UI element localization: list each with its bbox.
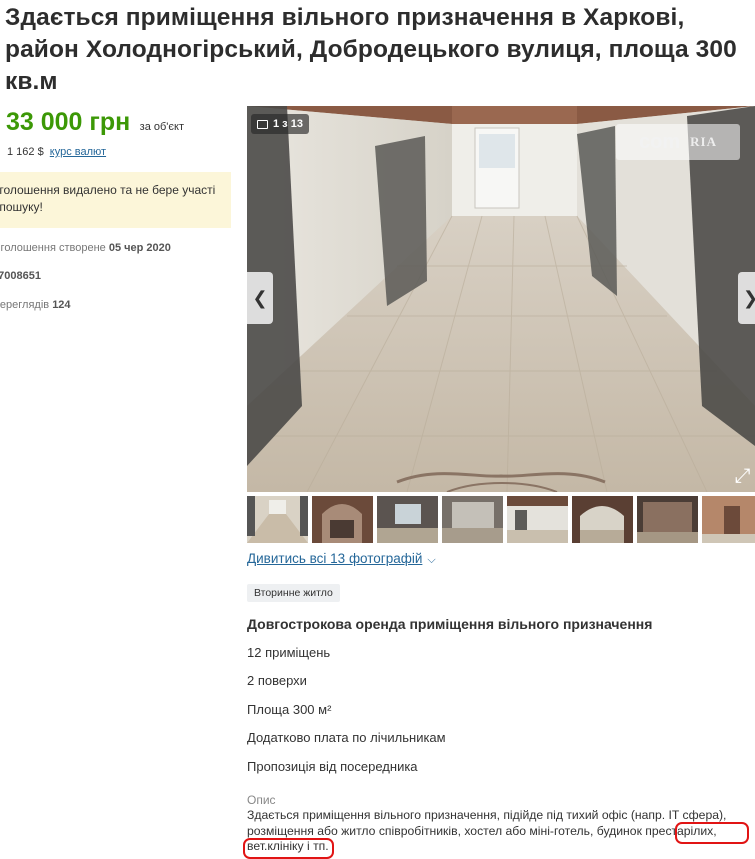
chevron-left-icon[interactable]: ❮	[247, 272, 273, 324]
characteristic-utilities: Додатково плата по лічильникам	[247, 730, 446, 745]
view-all-photos-link[interactable]: Дивитись всі 13 фотографій ⌵	[247, 551, 436, 567]
thumbnail[interactable]	[507, 496, 568, 543]
listing-id: 27008651	[0, 270, 41, 282]
thumbnail-strip	[247, 496, 755, 543]
description-label: Опис	[247, 793, 276, 807]
usd-price: 1 162 $	[7, 146, 44, 158]
expand-icon[interactable]: ⤢	[730, 459, 755, 491]
main-photo[interactable]	[247, 106, 755, 492]
room-photo-image	[247, 106, 755, 492]
thumbnail[interactable]	[247, 496, 308, 543]
characteristic-area: Площа 300 м²	[247, 702, 332, 717]
deleted-notice: Оголошення видалено та не бере участі у …	[0, 172, 231, 228]
page-title: Здається приміщення вільного призначення…	[5, 4, 737, 95]
photo-counter: 1 з 13	[251, 114, 309, 134]
exchange-rates-link[interactable]: курс валют	[50, 146, 106, 158]
created-date: Оголошення створене 05 чер 2020	[0, 242, 171, 254]
characteristic-floors: 2 поверхи	[247, 673, 307, 688]
views-count: Переглядів 124	[0, 299, 71, 311]
thumbnail[interactable]	[572, 496, 633, 543]
thumbnail[interactable]	[442, 496, 503, 543]
chevron-right-icon[interactable]: ❯	[738, 272, 755, 324]
price-unit: за об'єкт	[139, 121, 184, 133]
highlighted-word: будинок	[596, 823, 642, 838]
dom-ria-watermark: com RIA	[616, 124, 740, 160]
photo-icon	[257, 119, 268, 129]
highlighted-word: престарілих,	[645, 823, 717, 838]
characteristic-rooms: 12 приміщень	[247, 645, 331, 660]
thumbnail[interactable]	[377, 496, 438, 543]
price-amount: 33 000 грн	[6, 108, 131, 136]
chevron-down-icon: ⌵	[427, 554, 436, 566]
listing-subtitle: Довгострокова оренда приміщення вільного…	[247, 616, 653, 632]
usd-price-row: 1 162 $ курс валют	[7, 146, 106, 158]
price-block: 33 000 грн за об'єкт	[6, 108, 184, 137]
thumbnail[interactable]	[702, 496, 755, 543]
thumbnail[interactable]	[312, 496, 373, 543]
characteristic-agent: Пропозиція від посередника	[247, 759, 418, 774]
description-text: Здається приміщення вільного призначення…	[247, 808, 727, 853]
market-type-badge: Вторинне житло	[247, 584, 340, 602]
thumbnail[interactable]	[637, 496, 698, 543]
